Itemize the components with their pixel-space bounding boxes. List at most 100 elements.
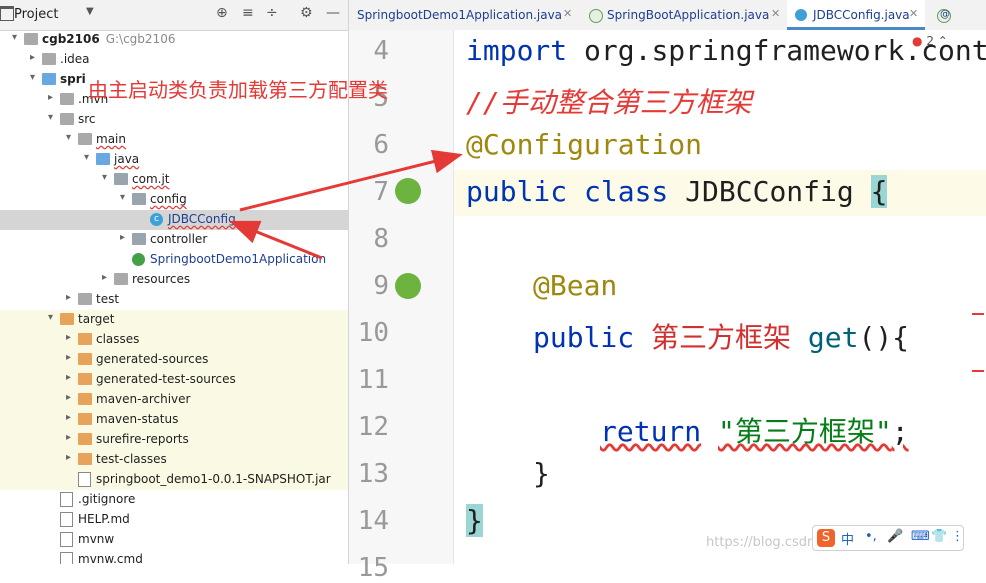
- collapse-all-icon[interactable]: ≡: [242, 5, 254, 21]
- tree-item[interactable]: ▾ java: [0, 150, 348, 170]
- project-header: Project ▼ ⊕ ≡ ÷ ⚙ —: [0, 0, 348, 31]
- collapsed-arrow-icon[interactable]: ▸: [66, 432, 76, 443]
- tree-item[interactable]: ▸ maven-archiver: [0, 390, 348, 410]
- tree-item[interactable]: mvnw: [0, 530, 348, 550]
- expand-all-icon[interactable]: ÷: [266, 5, 278, 21]
- collapsed-arrow-icon[interactable]: ▸: [66, 372, 76, 383]
- folder-icon: [78, 133, 92, 145]
- tree-item[interactable]: ▸ controller: [0, 230, 348, 250]
- tree-item-label: java: [114, 152, 140, 166]
- tab-springbootdemo1application[interactable]: SpringbootDemo1Application.java ✕: [349, 0, 579, 29]
- close-icon[interactable]: ✕: [771, 7, 780, 20]
- tree-item[interactable]: ▾ main: [0, 130, 348, 150]
- more-icon[interactable]: ⋮: [951, 529, 964, 544]
- tree-item[interactable]: HELP.md: [0, 510, 348, 530]
- expanded-arrow-icon[interactable]: ▾: [12, 32, 22, 43]
- project-title[interactable]: Project: [14, 7, 58, 22]
- minimize-icon[interactable]: —: [326, 5, 340, 21]
- expanded-arrow-icon[interactable]: ▾: [84, 152, 94, 163]
- tree-item[interactable]: ▾ com.jt: [0, 170, 348, 190]
- tree-item-text: target: [78, 312, 115, 326]
- package-icon: [114, 173, 128, 185]
- collapsed-arrow-icon[interactable]: ▸: [66, 452, 76, 463]
- chevron-up-icon: ⌃: [937, 34, 948, 48]
- tab-overflow[interactable]: @: [929, 0, 986, 29]
- tree-item[interactable]: c JDBCConfig: [0, 210, 348, 230]
- expanded-arrow-icon[interactable]: ▾: [48, 112, 58, 123]
- tree-item-text: maven-archiver: [96, 392, 190, 406]
- tree-item[interactable]: ▸ surefire-reports: [0, 430, 348, 450]
- keyboard-icon[interactable]: ⌨: [911, 529, 930, 544]
- keyword: import: [466, 34, 568, 67]
- expanded-arrow-icon[interactable]: ▾: [102, 172, 112, 183]
- inspection-widget[interactable]: ● 2 ⌃: [912, 34, 948, 48]
- excluded-folder-icon: [78, 433, 92, 445]
- tree-item[interactable]: ▾ target: [0, 310, 348, 330]
- code-text: ;: [891, 415, 909, 448]
- ime-toolbar[interactable]: S 中 •, 🎤 ⌨ 👕 ⋮: [812, 525, 964, 551]
- tree-item[interactable]: ▸ generated-sources: [0, 350, 348, 370]
- collapsed-arrow-icon[interactable]: ▸: [66, 352, 76, 363]
- tree-item-label: mvnw: [78, 532, 115, 546]
- tree-item[interactable]: mvnw.cmd: [0, 550, 348, 564]
- close-icon[interactable]: ✕: [909, 7, 918, 20]
- line-number: 8: [373, 224, 389, 254]
- tree-item-text: com.jt: [132, 172, 169, 186]
- code-line-14: }: [466, 504, 483, 537]
- tree-item[interactable]: ▾ cgb2106 G:\cgb2106: [0, 30, 348, 50]
- tree-item[interactable]: ▸ test: [0, 290, 348, 310]
- source-folder-icon: [96, 153, 110, 165]
- code-line-6-annotation: @Configuration: [466, 128, 703, 161]
- collapsed-arrow-icon[interactable]: ▸: [120, 232, 130, 243]
- spring-bean-gutter-icon[interactable]: [395, 178, 421, 204]
- tree-item-label: controller: [150, 232, 208, 246]
- line-number: 9: [373, 271, 389, 301]
- tab-springbootapplication[interactable]: SpringBootApplication.java ✕: [581, 0, 785, 29]
- tree-item[interactable]: ▸ generated-test-sources: [0, 370, 348, 390]
- code-editor[interactable]: import org.springframework.cont //手动整合第三…: [454, 30, 986, 564]
- skin-icon[interactable]: 👕: [931, 529, 947, 544]
- tree-item-label: config: [150, 192, 187, 206]
- folder-icon: [60, 113, 74, 125]
- tree-item-text: .idea: [60, 52, 90, 66]
- collapsed-arrow-icon[interactable]: ▸: [66, 412, 76, 423]
- punctuation-icon[interactable]: •,: [865, 529, 877, 544]
- expanded-arrow-icon[interactable]: ▾: [48, 312, 58, 323]
- collapsed-arrow-icon[interactable]: ▸: [30, 52, 40, 63]
- tree-item[interactable]: SpringbootDemo1Application: [0, 250, 348, 270]
- expanded-arrow-icon[interactable]: ▾: [66, 132, 76, 143]
- expanded-arrow-icon[interactable]: ▾: [120, 192, 130, 203]
- tree-item[interactable]: ▾ config: [0, 190, 348, 210]
- spring-bean-gutter-icon[interactable]: [395, 273, 421, 299]
- microphone-icon[interactable]: 🎤: [887, 529, 903, 544]
- tree-item[interactable]: ▸ .idea: [0, 50, 348, 70]
- chevron-down-icon[interactable]: ▼: [86, 6, 94, 17]
- tree-item[interactable]: ▸ maven-status: [0, 410, 348, 430]
- line-number: 14: [357, 506, 389, 536]
- tree-item-label: JDBCConfig: [168, 212, 236, 226]
- tree-item-label: SpringbootDemo1Application: [150, 252, 327, 266]
- tree-item[interactable]: ▾ src: [0, 110, 348, 130]
- line-number: 11: [357, 365, 389, 395]
- gear-icon[interactable]: ⚙: [300, 5, 313, 21]
- collapsed-arrow-icon[interactable]: ▸: [102, 272, 112, 283]
- tree-item[interactable]: springboot_demo1-0.0.1-SNAPSHOT.jar: [0, 470, 348, 490]
- tree-item[interactable]: .gitignore: [0, 490, 348, 510]
- close-icon[interactable]: ✕: [563, 7, 572, 20]
- tree-item-text: resources: [132, 272, 190, 286]
- code-line-12: return "第三方框架";: [600, 410, 909, 450]
- tab-jdbcconfig[interactable]: JDBCConfig.java ✕: [787, 0, 925, 30]
- keyword: public: [533, 321, 635, 354]
- tree-item[interactable]: ▸ classes: [0, 330, 348, 350]
- collapsed-arrow-icon[interactable]: ▸: [66, 292, 76, 303]
- folder-icon: [60, 93, 74, 105]
- collapsed-arrow-icon[interactable]: ▸: [66, 332, 76, 343]
- tree-item[interactable]: ▸ test-classes: [0, 450, 348, 470]
- locate-icon[interactable]: ⊕: [216, 5, 228, 21]
- collapsed-arrow-icon[interactable]: ▸: [66, 392, 76, 403]
- excluded-folder-icon: [78, 353, 92, 365]
- expanded-arrow-icon[interactable]: ▾: [30, 72, 40, 83]
- collapsed-arrow-icon[interactable]: ▸: [48, 92, 58, 103]
- ime-mode[interactable]: 中: [841, 529, 854, 548]
- tree-item[interactable]: ▸ resources: [0, 270, 348, 290]
